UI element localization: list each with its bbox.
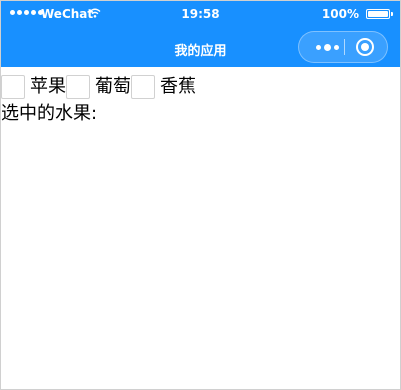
battery-icon [366, 9, 393, 19]
status-bar: WeChat 19:58 100% [1, 1, 400, 27]
close-icon[interactable] [356, 38, 374, 56]
checkbox-grape[interactable] [66, 75, 90, 99]
fruit-label-grape: 葡萄 [95, 76, 131, 97]
fruit-option-apple[interactable]: 苹果 [1, 73, 66, 101]
menu-capsule [298, 31, 388, 63]
capsule-divider [344, 39, 345, 55]
main-content: 苹果 葡萄 香蕉 选中的水果: [1, 73, 400, 127]
selected-fruits: 选中的水果: [1, 101, 400, 127]
fruit-option-grape[interactable]: 葡萄 [66, 73, 131, 101]
header: WeChat 19:58 100% 我的应用 [1, 1, 400, 67]
fruit-label-banana: 香蕉 [160, 76, 196, 97]
battery-percent: 100% [321, 7, 359, 21]
app-frame: WeChat 19:58 100% 我的应用 苹果 葡萄 香蕉 选中的水果: [0, 0, 401, 390]
fruit-option-banana[interactable]: 香蕉 [131, 73, 196, 101]
fruit-checkbox-group: 苹果 葡萄 香蕉 [1, 73, 400, 101]
more-icon[interactable] [311, 32, 343, 62]
checkbox-apple[interactable] [1, 75, 25, 99]
selected-label: 选中的水果: [1, 103, 98, 124]
checkbox-banana[interactable] [131, 75, 155, 99]
fruit-label-apple: 苹果 [30, 76, 66, 97]
